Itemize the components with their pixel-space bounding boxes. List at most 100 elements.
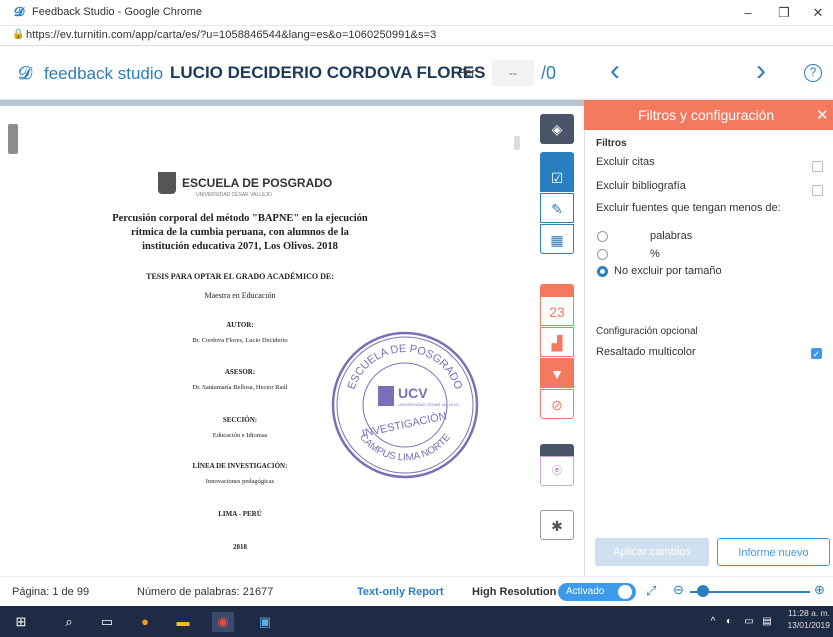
rubric-button[interactable]: ☑ [540, 162, 574, 192]
zoom-slider-handle[interactable] [697, 585, 709, 597]
no-size-label: No excluir por tamaño [614, 265, 722, 277]
minimize-button[interactable]: – [730, 2, 766, 24]
scroll-thumb[interactable] [514, 136, 520, 150]
toggle-knob [618, 585, 632, 599]
window-title: Feedback Studio - Google Chrome [32, 6, 202, 18]
student-name: LUCIO DECIDERIO CORDOVA FLORES [170, 63, 486, 82]
doc-year: 2018 [233, 543, 247, 551]
zoom-out-icon[interactable]: ⊖ [673, 582, 684, 598]
start-icon[interactable]: ⊞ [10, 612, 32, 632]
panel-title: Filtros y configuración [638, 107, 775, 123]
check-icon: ☑ [550, 170, 564, 186]
high-resolution-label: High Resolution [472, 586, 557, 598]
firefox-icon[interactable]: ● [134, 612, 156, 632]
doc-thesis: TESIS PARA OPTAR EL GRADO ACADÉMICO DE: [146, 272, 334, 281]
apply-button[interactable]: Aplicar cambios [595, 538, 709, 566]
etc-icon: ⓔ [552, 466, 562, 477]
search-icon[interactable]: ⌕ [58, 612, 80, 632]
fullscreen-icon[interactable]: ⤢ [646, 583, 656, 599]
prev-student-button[interactable]: ‹ [610, 54, 620, 88]
grade-total: /0 [541, 63, 557, 83]
doc-title: Percusión corporal del método "BAPNE" en… [90, 212, 390, 254]
doc-title-line: institución educativa 2071, Los Olivos. … [142, 241, 338, 252]
doc-degree: Maestra en Educación [204, 291, 276, 300]
new-report-button[interactable]: Informe nuevo [717, 538, 830, 566]
block-icon: ⊘ [551, 397, 563, 413]
text-only-report-link[interactable]: Text-only Report [357, 586, 444, 598]
exclude-button[interactable]: ⊘ [540, 389, 574, 419]
grid-icon: ▦ [550, 232, 564, 248]
next-student-button[interactable]: › [756, 54, 766, 88]
radio-percent[interactable] [597, 249, 608, 260]
filters-heading: Filtros [596, 138, 627, 149]
exclude-small-label: Excluir fuentes que tengan menos de: [596, 202, 781, 214]
etc-button[interactable]: ⓔ [540, 456, 574, 486]
exclude-bibliography-checkbox[interactable] [812, 185, 823, 196]
side-drawer-handle[interactable] [8, 124, 18, 154]
exclude-quotes-label: Excluir citas [596, 156, 655, 168]
words-input[interactable] [614, 227, 642, 243]
per-label: Per [458, 67, 476, 79]
similarity-button[interactable]: 23 [540, 296, 574, 326]
percent-label: % [650, 248, 660, 260]
close-window-button[interactable]: ✕ [800, 2, 833, 24]
task-view-icon[interactable]: ▭ [96, 612, 118, 632]
file-explorer-icon[interactable]: ▬ [172, 612, 194, 632]
window-titlebar: 𝓓 Feedback Studio - Google Chrome – ❐ ✕ [0, 0, 833, 26]
edit-icon: ✎ [551, 201, 563, 217]
stamp-crest-icon [378, 386, 394, 406]
multicolor-checkbox[interactable]: ✓ [811, 348, 822, 359]
chart-icon: ▟ [551, 335, 563, 351]
word-count: Número de palabras: 21677 [137, 586, 274, 598]
address-bar[interactable]: 🔒 https://ev.turnitin.com/app/carta/es/?… [0, 26, 833, 46]
etc-group-tab [540, 444, 574, 456]
lock-icon: 🔒 [12, 29, 25, 40]
comment-button[interactable]: ✎ [540, 193, 574, 223]
clock-date: 13/01/2019 [787, 620, 830, 630]
network-icon[interactable]: ◐ [718, 612, 740, 632]
doc-university: UNIVERSIDAD CÉSAR VALLEJO [196, 192, 272, 198]
chart-button[interactable]: ▟ [540, 327, 574, 357]
grade-input[interactable]: -- [492, 60, 534, 86]
zoom-in-icon[interactable]: ⊕ [814, 582, 825, 598]
doc-school: ESCUELA DE POSGRADO [182, 176, 333, 190]
ucv-stamp: ESCUELA DE POSGRADO CAMPUS LIMA NORTE UC… [331, 331, 479, 479]
exclude-bibliography-label: Excluir bibliografía [596, 180, 686, 192]
layers-button[interactable]: ◈ [540, 114, 574, 144]
url-text[interactable]: https://ev.turnitin.com/app/carta/es/?u=… [26, 29, 436, 41]
doc-title-line: Percusión corporal del método "BAPNE" en… [112, 213, 368, 224]
gear-icon: ✱ [551, 518, 563, 534]
settings-button[interactable]: ✱ [540, 510, 574, 540]
optional-heading: Configuración opcional [596, 326, 698, 337]
filter-icon: ▼ [550, 366, 564, 382]
radio-words[interactable] [597, 231, 608, 242]
grid-button[interactable]: ▦ [540, 224, 574, 254]
exclude-quotes-checkbox[interactable] [812, 161, 823, 172]
doc-title-line: rítmica de la cumbia peruana, con alumno… [131, 227, 349, 238]
keyboard-icon[interactable]: ▤ [756, 612, 778, 632]
restore-button[interactable]: ❐ [766, 2, 802, 24]
words-label: palabras [650, 230, 693, 242]
doc-city: LIMA - PERÚ [218, 510, 262, 518]
app-name: feedback studio [44, 64, 164, 83]
radio-no-size[interactable] [597, 266, 608, 277]
stamp-center-text: UCV [398, 385, 428, 401]
clock-time: 11:28 a. m. [788, 608, 830, 618]
chrome-icon[interactable]: ◉ [212, 612, 234, 632]
close-panel-button[interactable]: ✕ [816, 106, 829, 124]
university-crest-icon [158, 172, 176, 194]
grading-group-tab [540, 152, 574, 162]
filter-button[interactable]: ▼ [540, 358, 574, 388]
app-header: 𝓓 feedback studio LUCIO DECIDERIO CORDOV… [0, 46, 833, 100]
word-icon[interactable]: ▣ [254, 612, 276, 632]
layers-icon: ◈ [551, 121, 563, 137]
fs-logo-icon: 𝓓 [18, 63, 32, 83]
doc-author-label: AUTOR: [226, 321, 254, 329]
help-button[interactable]: ? [804, 64, 822, 82]
filters-panel [584, 100, 833, 576]
multicolor-label: Resaltado multicolor [596, 346, 696, 358]
toggle-label: Activado [566, 586, 605, 597]
page-indicator: Página: 1 de 99 [12, 586, 90, 598]
feedback-studio-logo-icon: 𝓓 [14, 4, 24, 19]
stamp-sub-text: UNIVERSIDAD CÉSAR VALLEJO [398, 402, 459, 407]
